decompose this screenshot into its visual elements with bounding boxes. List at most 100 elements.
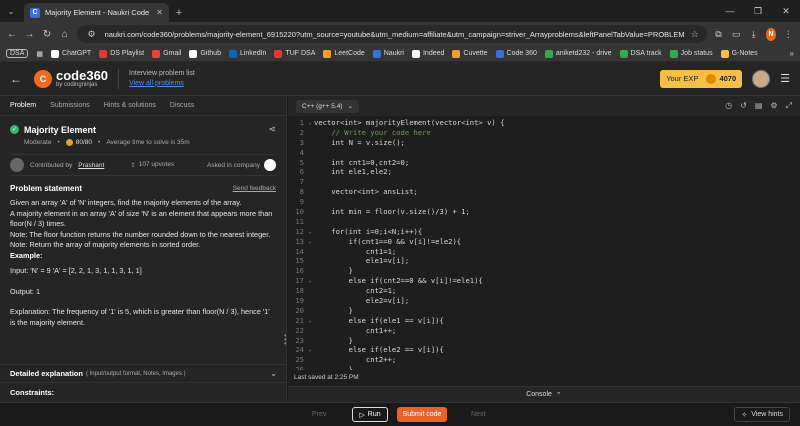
- bookmarks-bar: DSA ▦ ChatGPT DS Playlist Gmail Github Linke…: [0, 46, 800, 62]
- exp-badge[interactable]: Your EXP 4070: [660, 69, 743, 88]
- problem-list-info: Interview problem list View all problems: [129, 69, 195, 87]
- extensions-icon[interactable]: ⧉: [713, 27, 725, 41]
- statement-line: Given an array 'A' of 'N' integers, find…: [10, 198, 242, 207]
- problem-title: Majority Element: [24, 124, 97, 135]
- code-line: 10 int min = floor(v.size()/3) + 1;: [288, 207, 800, 217]
- tab-submissions[interactable]: Submissions: [50, 102, 90, 109]
- code-text: int N = v.size();: [314, 137, 405, 147]
- bookmark-item[interactable]: Github: [189, 49, 221, 58]
- run-button[interactable]: ▷ Run: [352, 407, 388, 422]
- hamburger-menu-icon[interactable]: ☰: [780, 72, 790, 85]
- header-divider: [118, 68, 120, 89]
- reset-code-icon[interactable]: ↺: [740, 101, 747, 111]
- bookmark-favicon-icon: [411, 49, 420, 58]
- code-text: ele2=v[i];: [314, 296, 410, 306]
- code-line: 21 ⌄ else if(ele1 == v[i]){: [288, 316, 800, 326]
- forward-icon[interactable]: →: [24, 27, 36, 41]
- code-text: vector<int> majorityElement(vector<int> …: [314, 118, 505, 127]
- fold-chevron-icon[interactable]: [308, 148, 314, 158]
- bookmark-item[interactable]: Naukri: [372, 49, 404, 58]
- browser-tab[interactable]: C Majority Element - Naukri Code ✕: [24, 3, 169, 22]
- close-tab-icon[interactable]: ✕: [156, 8, 163, 17]
- code-area[interactable]: 1 ⌄ vector<int> majorityElement(vector<int…: [288, 118, 800, 370]
- layout-icon[interactable]: ▤: [755, 101, 763, 111]
- tab-hints-solutions[interactable]: Hints & solutions: [104, 102, 156, 109]
- back-icon[interactable]: ←: [6, 27, 18, 41]
- tab-problem[interactable]: Problem: [10, 102, 36, 109]
- site-info-icon[interactable]: ⚙: [85, 27, 99, 41]
- console-toggle[interactable]: Console ⌃: [288, 386, 800, 402]
- dsa-bookmark[interactable]: DSA: [6, 49, 29, 58]
- fold-chevron-icon[interactable]: [308, 217, 314, 227]
- browser-menu-icon[interactable]: ⋮: [782, 27, 794, 41]
- reload-icon[interactable]: ↻: [41, 27, 53, 41]
- code-text: else if(cnt2==0 && v[i]!=ele1){: [314, 276, 483, 286]
- bookmark-item[interactable]: aniketd232 - drive: [544, 49, 612, 58]
- fullscreen-icon[interactable]: ⤢: [786, 101, 792, 111]
- bookmark-item[interactable]: Indeed: [411, 49, 444, 58]
- bookmark-item[interactable]: LeetCode: [323, 49, 365, 58]
- contributor-name-link[interactable]: Prashant: [78, 162, 104, 169]
- tab-search-icon[interactable]: ⌄: [0, 0, 22, 22]
- download-icon[interactable]: ⤓: [748, 27, 760, 41]
- restore-icon[interactable]: ❐: [744, 0, 772, 22]
- code-text: }: [314, 305, 353, 315]
- bookmark-item[interactable]: Cuvette: [452, 49, 488, 58]
- more-bookmarks-icon[interactable]: »: [790, 49, 794, 58]
- next-button[interactable]: Next: [471, 411, 485, 418]
- upvote-count: 107 upvotes: [138, 161, 175, 168]
- bookmark-label: Cuvette: [463, 50, 488, 57]
- bookmark-item[interactable]: Code 360: [495, 49, 537, 58]
- language-select[interactable]: C++ (g++ 5.4) ⌄: [296, 99, 359, 113]
- address-bar[interactable]: ⚙ naukri.com/code360/problems/majority-e…: [76, 25, 707, 43]
- bookmark-item[interactable]: Gmail: [152, 49, 181, 58]
- bookmark-item[interactable]: G-Notes: [720, 49, 758, 58]
- difficulty-label: Moderate: [24, 139, 52, 146]
- bookmark-item[interactable]: Job status: [669, 49, 713, 58]
- upvote-icon: ⇧: [130, 162, 136, 169]
- play-icon: ▷: [359, 411, 365, 419]
- submit-code-button[interactable]: Submit code: [397, 407, 447, 422]
- view-all-problems-link[interactable]: View all problems: [129, 79, 195, 88]
- bookmark-item[interactable]: LinkedIn: [228, 49, 266, 58]
- code360-logo-icon: C: [34, 69, 52, 88]
- bookmark-item[interactable]: ChatGPT: [51, 49, 91, 58]
- bookmark-label: aniketd232 - drive: [555, 50, 612, 57]
- user-avatar[interactable]: [752, 69, 771, 88]
- close-window-icon[interactable]: ✕: [772, 0, 800, 22]
- timer-icon[interactable]: ◷: [725, 101, 732, 111]
- prev-button[interactable]: Prev: [312, 411, 326, 418]
- upvote-button[interactable]: ⇧ 107 upvotes: [130, 161, 174, 169]
- code-text: cnt2++;: [314, 355, 397, 365]
- apps-icon[interactable]: ▦: [36, 50, 43, 58]
- bookmark-star-icon[interactable]: ☆: [691, 29, 699, 40]
- profile-avatar[interactable]: N: [765, 27, 777, 41]
- contributor-avatar: [10, 158, 24, 172]
- fold-chevron-icon[interactable]: [308, 197, 314, 207]
- bookmark-favicon-icon: [452, 49, 461, 58]
- panel-resize-handle-icon[interactable]: • • •: [284, 332, 286, 348]
- sidebar-icon[interactable]: ▭: [730, 27, 742, 41]
- contributed-by-label: Contributed by: [30, 161, 73, 169]
- bookmark-item[interactable]: DS Playlist: [99, 49, 144, 58]
- share-icon[interactable]: ⋖: [268, 124, 276, 135]
- new-tab-icon[interactable]: +: [169, 3, 189, 22]
- bookmark-item[interactable]: TUF DSA: [274, 49, 315, 58]
- send-feedback-link[interactable]: Send feedback: [233, 185, 276, 192]
- back-arrow-icon[interactable]: ←: [10, 72, 24, 86]
- detailed-explanation-toggle[interactable]: Detailed explanation ( Input/output form…: [0, 364, 286, 382]
- company-logo[interactable]: [264, 159, 276, 171]
- code360-logo[interactable]: C code360 by codingninjas: [34, 69, 108, 88]
- home-icon[interactable]: ⌂: [59, 27, 71, 41]
- tab-discuss[interactable]: Discuss: [170, 102, 195, 109]
- fold-chevron-icon[interactable]: [308, 177, 314, 187]
- code-line: 19 ele2=v[i];: [288, 296, 800, 306]
- browser-toolbar: ← → ↻ ⌂ ⚙ naukri.com/code360/problems/ma…: [0, 22, 800, 46]
- bookmark-item[interactable]: DSA track: [619, 49, 662, 58]
- problem-meta: Moderate • 80/80 • Average time to solve…: [24, 139, 190, 146]
- view-hints-button[interactable]: ✧ View hints: [734, 407, 790, 422]
- minimize-icon[interactable]: —: [716, 0, 744, 22]
- settings-icon[interactable]: ⚙: [770, 101, 777, 111]
- bookmark-favicon-icon: [544, 49, 553, 58]
- code-line: 1 ⌄ vector<int> majorityElement(vector<int…: [288, 118, 800, 128]
